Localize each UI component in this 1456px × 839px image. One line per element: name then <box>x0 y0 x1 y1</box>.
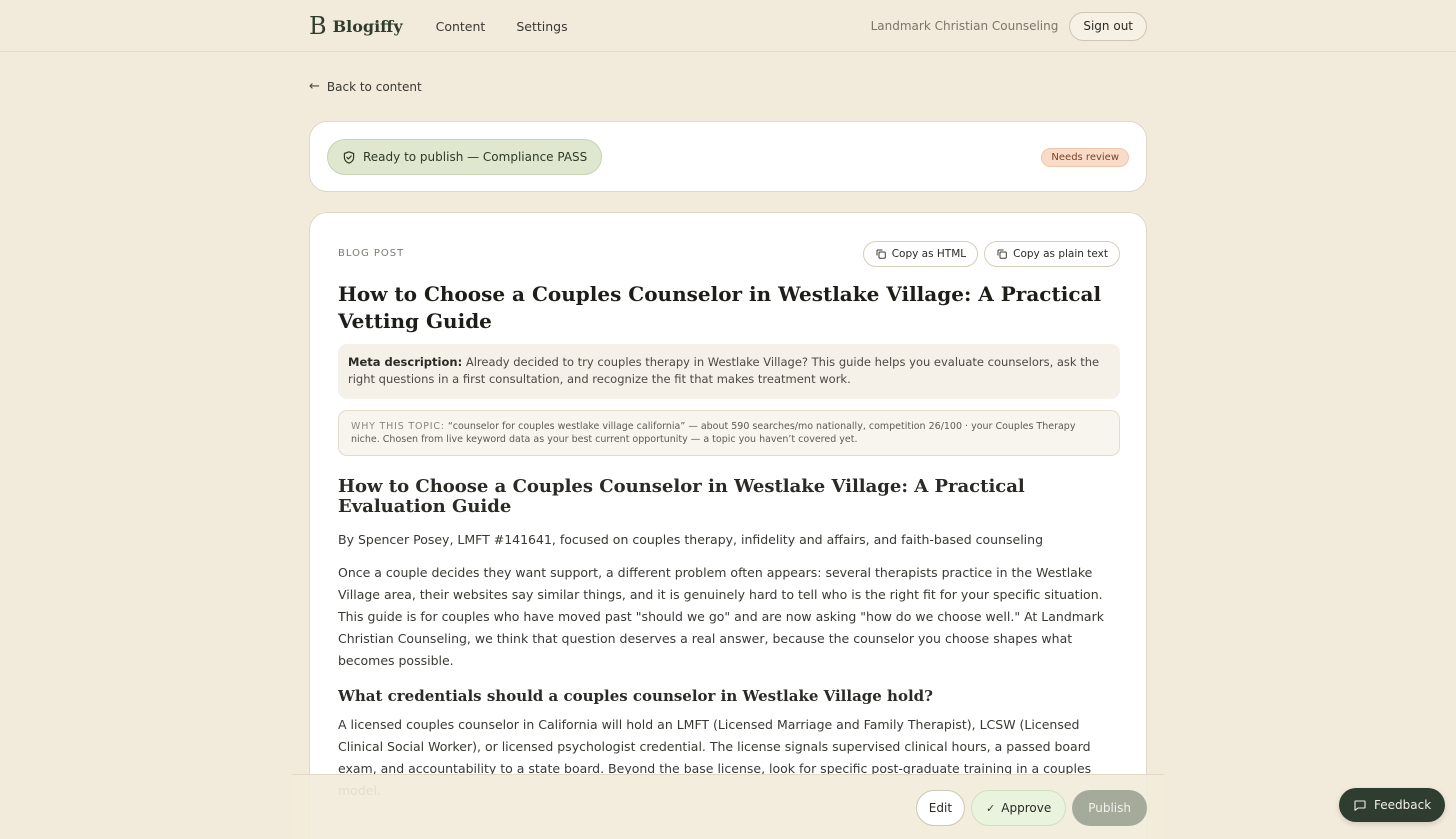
feedback-label: Feedback <box>1374 798 1432 812</box>
copy-icon <box>876 249 886 259</box>
copy-icon <box>997 249 1007 259</box>
publish-button[interactable]: Publish <box>1072 790 1147 826</box>
needs-review-badge: Needs review <box>1041 148 1129 167</box>
article-byline: By Spencer Posey, LMFT #141641, focused … <box>338 532 1044 547</box>
post-card: BLOG POST Copy as HTML Copy as plain tex… <box>309 212 1147 839</box>
copy-as-html-label: Copy as HTML <box>891 248 967 260</box>
nav-item-content[interactable]: Content <box>436 19 486 34</box>
section-heading-credentials: What credentials should a couples counse… <box>338 687 933 705</box>
nav-item-settings[interactable]: Settings <box>516 19 567 34</box>
compliance-status-label: Ready to publish — Compliance PASS <box>363 150 588 164</box>
logo-text: Blogiffy <box>332 16 403 36</box>
edit-button[interactable]: Edit <box>915 790 966 826</box>
approve-button[interactable]: ✓ Approve <box>971 790 1067 826</box>
why-this-topic-label: WHY THIS TOPIC: <box>351 421 445 432</box>
top-bar-right: Landmark Christian Counseling Sign out <box>870 11 1147 41</box>
back-link-label: Back to content <box>326 79 422 94</box>
copy-as-plain-text-button[interactable]: Copy as plain text <box>984 241 1120 267</box>
article-body: How to Choose a Couples Counselor in Wes… <box>338 477 1120 816</box>
top-bar-inner: B Blogiffy Content Settings Landmark Chr… <box>309 0 1147 52</box>
copy-as-html-button[interactable]: Copy as HTML <box>862 241 979 267</box>
why-this-topic-text: “counselor for couples westlake village … <box>351 421 1076 445</box>
feedback-button[interactable]: Feedback <box>1339 788 1446 822</box>
main-nav: Content Settings <box>436 19 568 34</box>
article-intro-paragraph: Once a couple decides they want support,… <box>338 565 1104 668</box>
approve-label: Approve <box>1001 801 1052 815</box>
logo-mark: B <box>309 12 327 40</box>
action-buttons: Edit ✓ Approve Publish <box>915 790 1147 826</box>
compliance-status-pill: Ready to publish — Compliance PASS <box>327 139 603 175</box>
copy-as-plain-text-label: Copy as plain text <box>1013 248 1108 260</box>
post-type-label: BLOG POST <box>338 248 405 259</box>
chat-bubble-icon <box>1354 799 1366 811</box>
logo[interactable]: B Blogiffy <box>309 14 403 38</box>
arrow-left-icon: ← <box>309 79 320 94</box>
sign-out-button[interactable]: Sign out <box>1069 11 1147 41</box>
article-heading: How to Choose a Couples Counselor in Wes… <box>338 476 1025 517</box>
check-icon: ✓ <box>986 801 996 815</box>
meta-description-box: Meta description: Already decided to try… <box>338 344 1120 399</box>
status-card: Ready to publish — Compliance PASS Needs… <box>309 121 1147 192</box>
why-this-topic-box: WHY THIS TOPIC: “counselor for couples w… <box>338 410 1120 456</box>
shield-check-icon <box>343 150 355 164</box>
copy-buttons: Copy as HTML Copy as plain text <box>862 241 1120 267</box>
meta-description-label: Meta description: <box>348 355 463 369</box>
org-name: Landmark Christian Counseling <box>870 19 1059 33</box>
action-bar: Edit ✓ Approve Publish <box>292 774 1164 839</box>
back-to-content-link[interactable]: ← Back to content <box>309 79 422 94</box>
post-title: How to Choose a Couples Counselor in Wes… <box>338 282 1102 333</box>
top-bar: B Blogiffy Content Settings Landmark Chr… <box>0 0 1456 52</box>
